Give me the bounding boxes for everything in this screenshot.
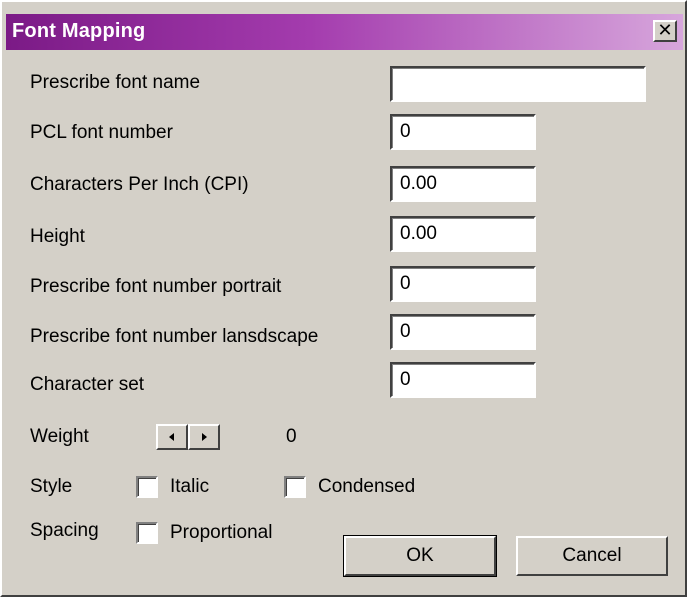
arrow-right-icon [202, 433, 207, 441]
ok-button[interactable]: OK [343, 535, 497, 577]
font-number-landscape-label: Prescribe font number lansdscape [30, 326, 319, 347]
close-icon: ✕ [657, 20, 673, 40]
title-bar[interactable]: Font Mapping ✕ [6, 14, 683, 50]
prescribe-font-name-input[interactable] [390, 66, 646, 102]
close-button[interactable]: ✕ [653, 20, 677, 42]
cancel-button[interactable]: Cancel [516, 536, 668, 576]
condensed-label: Condensed [318, 476, 416, 497]
font-mapping-dialog: Font Mapping ✕ Prescribe font name PCL f… [0, 0, 687, 597]
italic-label: Italic [170, 476, 210, 497]
weight-increase-button[interactable] [188, 424, 220, 450]
window-title: Font Mapping [12, 20, 146, 42]
pcl-font-number-label: PCL font number [30, 122, 173, 143]
character-set-label: Character set [30, 374, 145, 395]
arrow-left-icon [169, 433, 174, 441]
font-number-portrait-input[interactable] [390, 266, 536, 302]
spacing-label: Spacing [30, 520, 99, 541]
style-label: Style [30, 476, 73, 497]
prescribe-font-name-label: Prescribe font name [30, 72, 201, 93]
cpi-input[interactable] [390, 166, 536, 202]
weight-value: 0 [286, 426, 297, 447]
height-input[interactable] [390, 216, 536, 252]
pcl-font-number-input[interactable] [390, 114, 536, 150]
proportional-label: Proportional [170, 522, 273, 543]
cpi-label: Characters Per Inch (CPI) [30, 174, 249, 195]
font-number-portrait-label: Prescribe font number portrait [30, 276, 282, 297]
proportional-checkbox[interactable] [136, 522, 158, 544]
condensed-checkbox[interactable] [284, 476, 306, 498]
weight-decrease-button[interactable] [156, 424, 188, 450]
character-set-input[interactable] [390, 362, 536, 398]
font-number-landscape-input[interactable] [390, 314, 536, 350]
italic-checkbox[interactable] [136, 476, 158, 498]
height-label: Height [30, 226, 85, 247]
weight-label: Weight [30, 426, 89, 447]
